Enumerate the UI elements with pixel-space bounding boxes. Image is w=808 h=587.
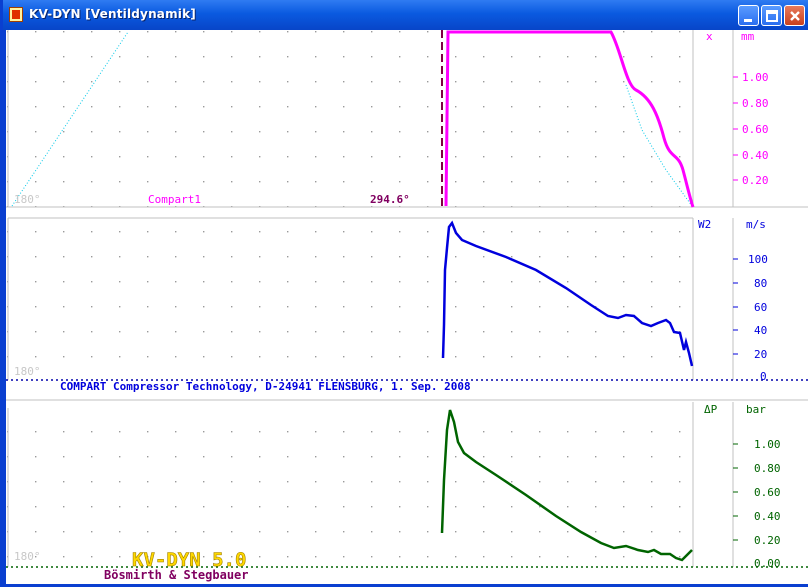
close-button[interactable]: [784, 5, 805, 26]
velocity-tick: 60: [754, 301, 767, 314]
lift-tick: 0.60: [742, 123, 769, 136]
copyright-footer: COMPART Compressor Technology, D-24941 F…: [60, 380, 471, 393]
velocity-tick: 0: [760, 370, 767, 383]
lift-angle-label: 180°: [14, 193, 41, 206]
panel-velocity: [6, 217, 808, 401]
pressure-axis-ticks: 1.00 0.80 0.60 0.40 0.20 0.00: [754, 438, 781, 570]
pressure-tick: 0.80: [754, 462, 781, 475]
lift-tick: 0.40: [742, 149, 769, 162]
pressure-unit: bar: [746, 403, 766, 416]
window-title: KV-DYN [Ventildynamik]: [29, 7, 196, 21]
app-icon[interactable]: [9, 7, 23, 22]
pressure-tick: 0.60: [754, 486, 781, 499]
close-icon: [790, 11, 800, 21]
pressure-tick: 1.00: [754, 438, 781, 451]
lift-tick-marks: [733, 76, 738, 181]
curve-label: Compart1: [148, 193, 201, 206]
velocity-tick: 100: [748, 253, 768, 266]
panel-lift: [6, 30, 808, 208]
pressure-tick: 0.20: [754, 534, 781, 547]
minimize-button[interactable]: [738, 5, 759, 26]
maximize-icon: [766, 10, 778, 22]
lift-axis-symbol: x: [706, 30, 713, 43]
pressure-tick: 0.40: [754, 510, 781, 523]
velocity-angle-label: 180°: [14, 365, 41, 378]
pressure-tick: 0.00: [754, 557, 781, 570]
marker-angle-label: 294.6°: [370, 193, 410, 206]
velocity-unit: m/s: [746, 218, 766, 231]
velocity-tick-marks: [733, 258, 738, 355]
chart-area: x mm 1.00 0.80 0.60 0.40 0.20 180° Compa…: [6, 30, 808, 584]
velocity-tick: 80: [754, 277, 767, 290]
velocity-tick: 20: [754, 348, 767, 361]
valve-dynamics-plot: x mm 1.00 0.80 0.60 0.40 0.20 180° Compa…: [6, 30, 808, 582]
velocity-tick: 40: [754, 324, 767, 337]
panel-pressure: [6, 402, 808, 568]
lift-tick: 0.80: [742, 97, 769, 110]
credits-label: Bösmirth & Stegbauer: [104, 568, 249, 582]
maximize-button[interactable]: [761, 5, 782, 26]
velocity-axis-symbol: W2: [698, 218, 711, 231]
lift-axis-ticks: 1.00 0.80 0.60 0.40 0.20: [742, 71, 769, 187]
lift-tick: 0.20: [742, 174, 769, 187]
lift-tick: 1.00: [742, 71, 769, 84]
title-bar[interactable]: KV-DYN [Ventildynamik]: [3, 0, 808, 30]
pressure-axis-symbol: ΔP: [704, 403, 718, 416]
pressure-angle-label: 180°: [14, 550, 41, 563]
minimize-icon: [744, 19, 752, 22]
application-window: KV-DYN [Ventildynamik] x mm 1.00 0.80 0.…: [0, 0, 808, 587]
lift-unit: mm: [741, 30, 755, 43]
velocity-axis-ticks: 100 80 60 40 20 0: [748, 253, 768, 383]
pressure-tick-marks: [733, 443, 738, 541]
